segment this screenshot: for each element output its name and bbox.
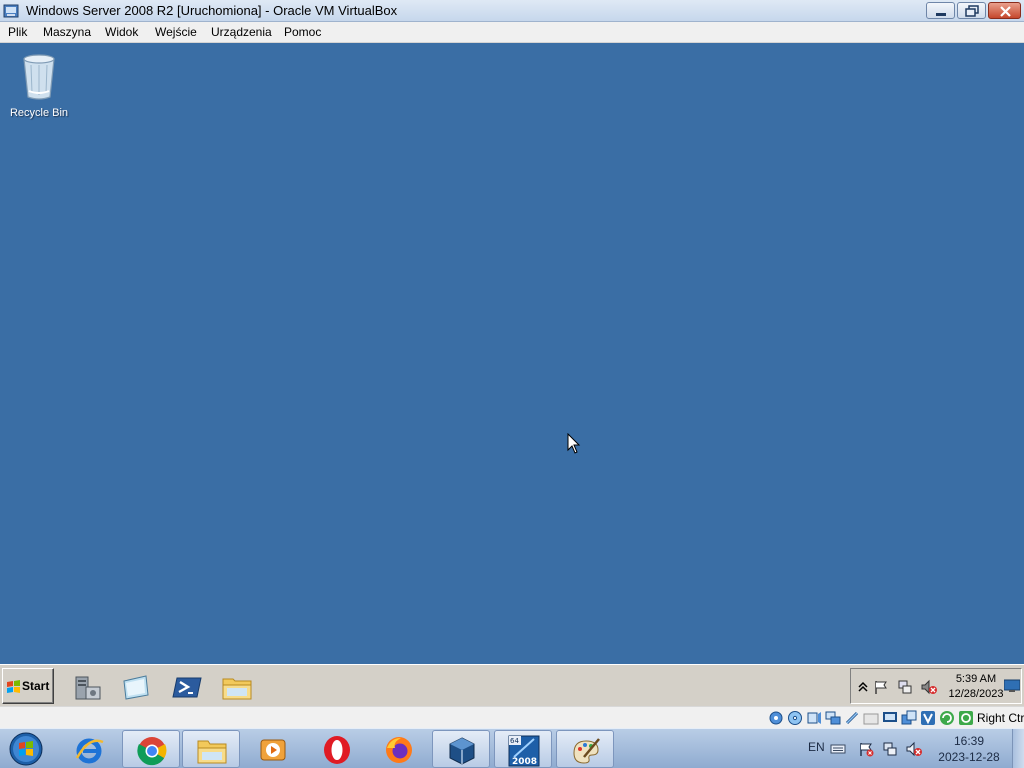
virtualbox-app-icon — [3, 4, 19, 18]
taskbar-paint[interactable] — [556, 730, 614, 768]
close-button[interactable] — [988, 2, 1021, 19]
quicklaunch-powershell[interactable] — [171, 671, 203, 703]
explorer-folder-icon — [222, 678, 252, 700]
firefox-icon — [386, 737, 412, 763]
restore-icon — [965, 5, 979, 17]
video-capture-icon[interactable] — [901, 710, 917, 726]
menu-plik[interactable]: Plik — [8, 25, 27, 39]
host-show-desktop-button[interactable] — [1012, 729, 1024, 768]
menubar: Plik Maszyna Widok Wejście Urządzenia Po… — [0, 22, 1024, 43]
taskbar-media-player[interactable] — [244, 730, 302, 768]
virtualbox-screen: Windows Server 2008 R2 [Uruchomiona] - O… — [0, 0, 1024, 768]
volume-muted-icon[interactable] — [921, 679, 937, 695]
menu-wejscie[interactable]: Wejście — [155, 25, 197, 39]
server-manager-icon — [75, 676, 101, 700]
taskbar-server-2008-vm[interactable]: 64 2008 — [494, 730, 552, 768]
guest-clock-date[interactable]: 12/28/2023 — [943, 688, 1009, 700]
desktop-icon-recycle-bin[interactable]: Recycle Bin — [6, 49, 72, 119]
guest-taskbar: Start 5:39 AM 12/28/2023 — [0, 664, 1024, 706]
window-title: Windows Server 2008 R2 [Uruchomiona] - O… — [26, 3, 398, 18]
recycle-bin-icon — [23, 54, 55, 100]
menu-urzadzenia[interactable]: Urządzenia — [211, 25, 272, 39]
network-icon[interactable] — [897, 679, 913, 695]
mouse-cursor-icon — [567, 433, 581, 454]
start-button[interactable]: Start — [2, 668, 54, 704]
keyboard-icon[interactable] — [830, 741, 846, 757]
recycle-bin-label: Recycle Bin — [9, 107, 69, 119]
taskbar-virtualbox[interactable] — [432, 730, 490, 768]
guest-notification-area: 5:39 AM 12/28/2023 — [850, 668, 1022, 704]
guest-show-desktop-icon[interactable] — [1004, 679, 1020, 693]
quicklaunch-show-desktop[interactable] — [120, 671, 152, 703]
hard-disk-icon[interactable] — [768, 710, 784, 726]
chrome-icon — [137, 737, 167, 766]
file-explorer-icon — [197, 740, 227, 764]
volume-muted-icon[interactable] — [906, 741, 922, 757]
taskbar-opera[interactable] — [308, 730, 366, 768]
network-adapter-icon[interactable] — [825, 710, 841, 726]
language-indicator[interactable]: EN — [808, 740, 825, 754]
host-clock-date[interactable]: 2023-12-28 — [934, 750, 1004, 764]
virtualbox-icon — [449, 737, 475, 765]
windows-flag-icon — [7, 680, 20, 693]
internet-explorer-icon — [75, 738, 104, 764]
mouse-integration-icon[interactable] — [958, 710, 974, 726]
quicklaunch-explorer[interactable] — [221, 671, 253, 703]
virtualbox-statusbar: Right Ctrl — [0, 706, 1024, 728]
taskbar-chrome[interactable] — [122, 730, 180, 768]
start-label: Start — [22, 679, 50, 693]
quicklaunch-server-manager[interactable] — [72, 671, 104, 703]
audio-icon[interactable] — [806, 710, 822, 726]
display-icon[interactable] — [882, 710, 898, 726]
window-titlebar[interactable]: Windows Server 2008 R2 [Uruchomiona] - O… — [0, 0, 1024, 22]
network-icon[interactable] — [882, 741, 898, 757]
menu-maszyna[interactable]: Maszyna — [43, 25, 91, 39]
virtualization-icon[interactable] — [920, 710, 936, 726]
menu-widok[interactable]: Widok — [105, 25, 138, 39]
opera-icon — [324, 736, 350, 764]
vm-badge-top: 64 — [510, 737, 519, 745]
taskbar-firefox[interactable] — [370, 730, 428, 768]
minimize-button[interactable] — [926, 2, 955, 19]
guest-additions-icon[interactable] — [939, 710, 955, 726]
action-center-flag-icon[interactable] — [873, 679, 889, 695]
media-player-icon — [260, 739, 286, 761]
vm-badge-bottom: 2008 — [512, 757, 537, 767]
close-icon — [1000, 6, 1011, 17]
host-taskbar: 64 2008 EN 16:39 2023-12-28 — [0, 728, 1024, 768]
shared-folders-icon[interactable] — [863, 710, 879, 726]
guest-desktop[interactable]: Recycle Bin — [0, 43, 1024, 664]
action-center-flag-icon[interactable] — [858, 741, 874, 757]
show-hidden-icon[interactable] — [855, 679, 871, 695]
windows-start-orb-icon[interactable] — [6, 731, 46, 767]
server-2008-vm-icon: 64 2008 — [508, 735, 540, 767]
paint-icon — [573, 738, 600, 764]
optical-drive-icon[interactable] — [787, 710, 803, 726]
minimize-icon — [936, 13, 946, 16]
usb-icon[interactable] — [844, 710, 860, 726]
show-desktop-icon — [123, 675, 149, 700]
taskbar-internet-explorer[interactable] — [60, 730, 118, 768]
powershell-icon — [172, 677, 202, 698]
restore-button[interactable] — [957, 2, 986, 19]
guest-clock-time[interactable]: 5:39 AM — [947, 673, 1005, 685]
taskbar-file-explorer[interactable] — [182, 730, 240, 768]
host-clock-time[interactable]: 16:39 — [940, 734, 998, 748]
menu-pomoc[interactable]: Pomoc — [284, 25, 321, 39]
host-key-label[interactable]: Right Ctrl — [977, 711, 1024, 725]
